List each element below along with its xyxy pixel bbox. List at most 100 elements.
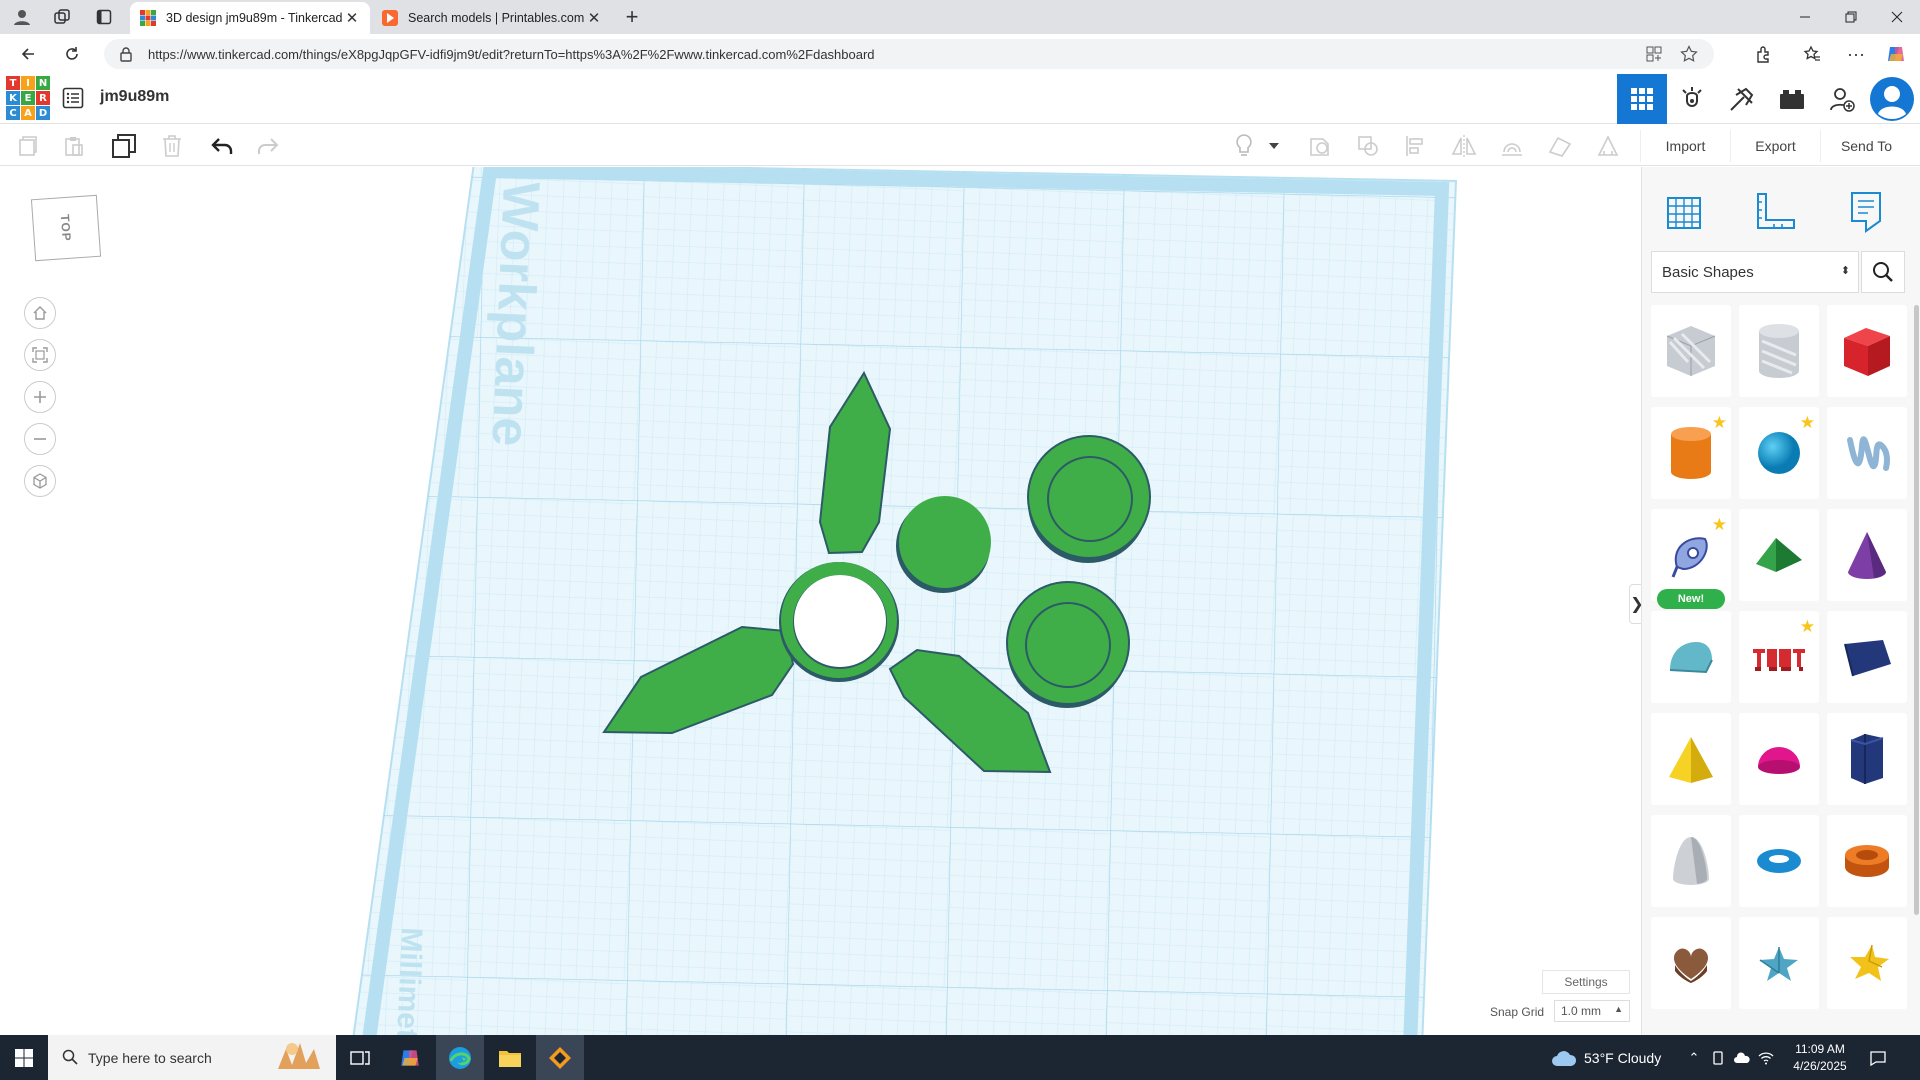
shape-half-sphere[interactable] — [1739, 713, 1819, 805]
ruler-tool-icon[interactable] — [1594, 132, 1622, 160]
shape-text[interactable]: ★ — [1739, 611, 1819, 703]
design-list-icon[interactable] — [62, 87, 84, 109]
favorite-star-icon[interactable]: ★ — [1712, 515, 1727, 535]
view-cube[interactable]: TOP — [30, 194, 102, 262]
favorite-star-icon[interactable] — [1680, 45, 1698, 63]
weather-widget[interactable]: 53°F Cloudy — [1550, 1035, 1661, 1080]
panel-scrollbar[interactable] — [1914, 305, 1919, 915]
cruise-icon[interactable] — [1498, 132, 1526, 160]
favorite-star-icon[interactable]: ★ — [1800, 413, 1815, 433]
export-button[interactable]: Export — [1730, 130, 1820, 162]
mirror-icon[interactable] — [1450, 132, 1478, 160]
extensions-icon[interactable] — [1750, 40, 1778, 68]
paste-icon[interactable] — [60, 132, 88, 160]
shape-sphere[interactable]: ★ — [1739, 407, 1819, 499]
shape-torus[interactable] — [1739, 815, 1819, 907]
3d-view-icon[interactable] — [1617, 74, 1667, 124]
favorites-icon[interactable] — [1798, 40, 1826, 68]
shape-wedge[interactable] — [1827, 611, 1907, 703]
shape-paraboloid[interactable] — [1651, 815, 1731, 907]
bricks-icon[interactable] — [1767, 74, 1817, 124]
ungroup-icon[interactable] — [1354, 132, 1382, 160]
shape-cylinder-hole[interactable] — [1739, 305, 1819, 397]
delete-icon[interactable] — [158, 132, 186, 160]
tray-chevron-icon[interactable]: ⌃ — [1682, 1035, 1706, 1080]
shape-star-gold[interactable] — [1827, 917, 1907, 1009]
shape-polygon[interactable] — [1827, 713, 1907, 805]
reload-icon[interactable] — [58, 40, 86, 68]
taskbar-search-input[interactable]: Type here to search — [48, 1035, 336, 1080]
shape-category-select[interactable]: Basic Shapes ⬍ — [1651, 251, 1859, 293]
windows-start-icon[interactable] — [0, 1035, 48, 1080]
shape-pyramid[interactable] — [1651, 713, 1731, 805]
notifications-icon[interactable] — [1862, 1035, 1894, 1080]
app-diamond-icon[interactable] — [536, 1035, 584, 1080]
shape-star[interactable] — [1739, 917, 1819, 1009]
group-icon[interactable] — [1306, 132, 1334, 160]
bearing-cap-bottom[interactable] — [1006, 581, 1130, 708]
system-clock[interactable]: 11:09 AM 4/26/2025 — [1784, 1041, 1856, 1075]
fit-view-icon[interactable] — [24, 339, 56, 371]
workspaces-icon[interactable] — [48, 5, 76, 29]
close-tab-icon[interactable]: ✕ — [586, 10, 602, 27]
light-bulb-icon[interactable] — [1230, 132, 1258, 160]
send-to-button[interactable]: Send To — [1820, 130, 1912, 162]
shape-cone[interactable] — [1827, 509, 1907, 601]
blocks-icon[interactable] — [1717, 74, 1767, 124]
workspace-canvas[interactable]: Workplane Millimeters TOP Settings Snap … — [4, 167, 1640, 1035]
perspective-icon[interactable] — [24, 465, 56, 497]
profile-icon[interactable] — [8, 5, 36, 29]
favorite-star-icon[interactable]: ★ — [1712, 413, 1727, 433]
shape-roof[interactable] — [1739, 509, 1819, 601]
bearing-cap-top[interactable] — [1027, 435, 1151, 563]
close-tab-icon[interactable]: ✕ — [344, 10, 360, 27]
add-user-icon[interactable] — [1817, 74, 1867, 124]
avatar[interactable] — [1867, 74, 1917, 124]
shape-search-icon[interactable] — [1861, 251, 1905, 293]
light-dropdown-icon[interactable] — [1264, 132, 1284, 160]
address-bar[interactable]: https://www.tinkercad.com/things/eX8pgJq… — [104, 39, 1714, 69]
restore-icon[interactable] — [1828, 0, 1874, 34]
workplane[interactable]: Workplane Millimeters — [4, 167, 1640, 1035]
import-button[interactable]: Import — [1640, 130, 1730, 162]
shape-box[interactable] — [1827, 305, 1907, 397]
shape-round-roof[interactable] — [1651, 611, 1731, 703]
shape-generator[interactable]: ★ New! — [1651, 509, 1731, 609]
shape-cylinder[interactable]: ★ — [1651, 407, 1731, 499]
tab-tinkercad[interactable]: 3D design jm9u89m - Tinkercad ✕ — [130, 2, 370, 34]
grid-view-icon[interactable] — [1656, 187, 1712, 237]
sim-lab-icon[interactable] — [1667, 74, 1717, 124]
snap-grid-select[interactable]: 1.0 mm ▲ — [1554, 1000, 1630, 1022]
shape-box-hole[interactable] — [1651, 305, 1731, 397]
shape-heart[interactable] — [1651, 917, 1731, 1009]
more-icon[interactable]: ··· — [1842, 40, 1870, 68]
minimize-icon[interactable] — [1782, 0, 1828, 34]
copy-icon[interactable] — [14, 132, 42, 160]
ruler-icon[interactable] — [1746, 187, 1802, 237]
tab-printables[interactable]: Search models | Printables.com ✕ — [372, 2, 612, 34]
home-view-icon[interactable] — [24, 297, 56, 329]
copilot-taskbar-icon[interactable] — [386, 1035, 434, 1080]
back-icon[interactable] — [14, 40, 42, 68]
onedrive-icon[interactable] — [1730, 1035, 1754, 1080]
tab-actions-icon[interactable] — [90, 5, 118, 29]
url-text[interactable]: https://www.tinkercad.com/things/eX8pgJq… — [148, 47, 875, 62]
new-tab-icon[interactable]: + — [618, 4, 646, 29]
wifi-icon[interactable] — [1754, 1035, 1778, 1080]
workplane-tool-icon[interactable] — [1546, 132, 1574, 160]
favorite-star-icon[interactable]: ★ — [1800, 617, 1815, 637]
file-explorer-icon[interactable] — [486, 1035, 534, 1080]
shape-tube[interactable] — [1827, 815, 1907, 907]
undo-icon[interactable] — [208, 132, 236, 160]
zoom-in-icon[interactable] — [24, 381, 56, 413]
close-window-icon[interactable] — [1874, 0, 1920, 34]
site-info-icon[interactable] — [118, 46, 134, 62]
redo-icon[interactable] — [254, 132, 282, 160]
design-name[interactable]: jm9u89m — [100, 88, 169, 106]
tray-device-icon[interactable] — [1706, 1035, 1730, 1080]
copilot-icon[interactable] — [1882, 40, 1910, 68]
align-icon[interactable] — [1402, 132, 1430, 160]
notes-icon[interactable] — [1838, 187, 1894, 237]
task-view-icon[interactable] — [336, 1035, 384, 1080]
zoom-out-icon[interactable] — [24, 423, 56, 455]
